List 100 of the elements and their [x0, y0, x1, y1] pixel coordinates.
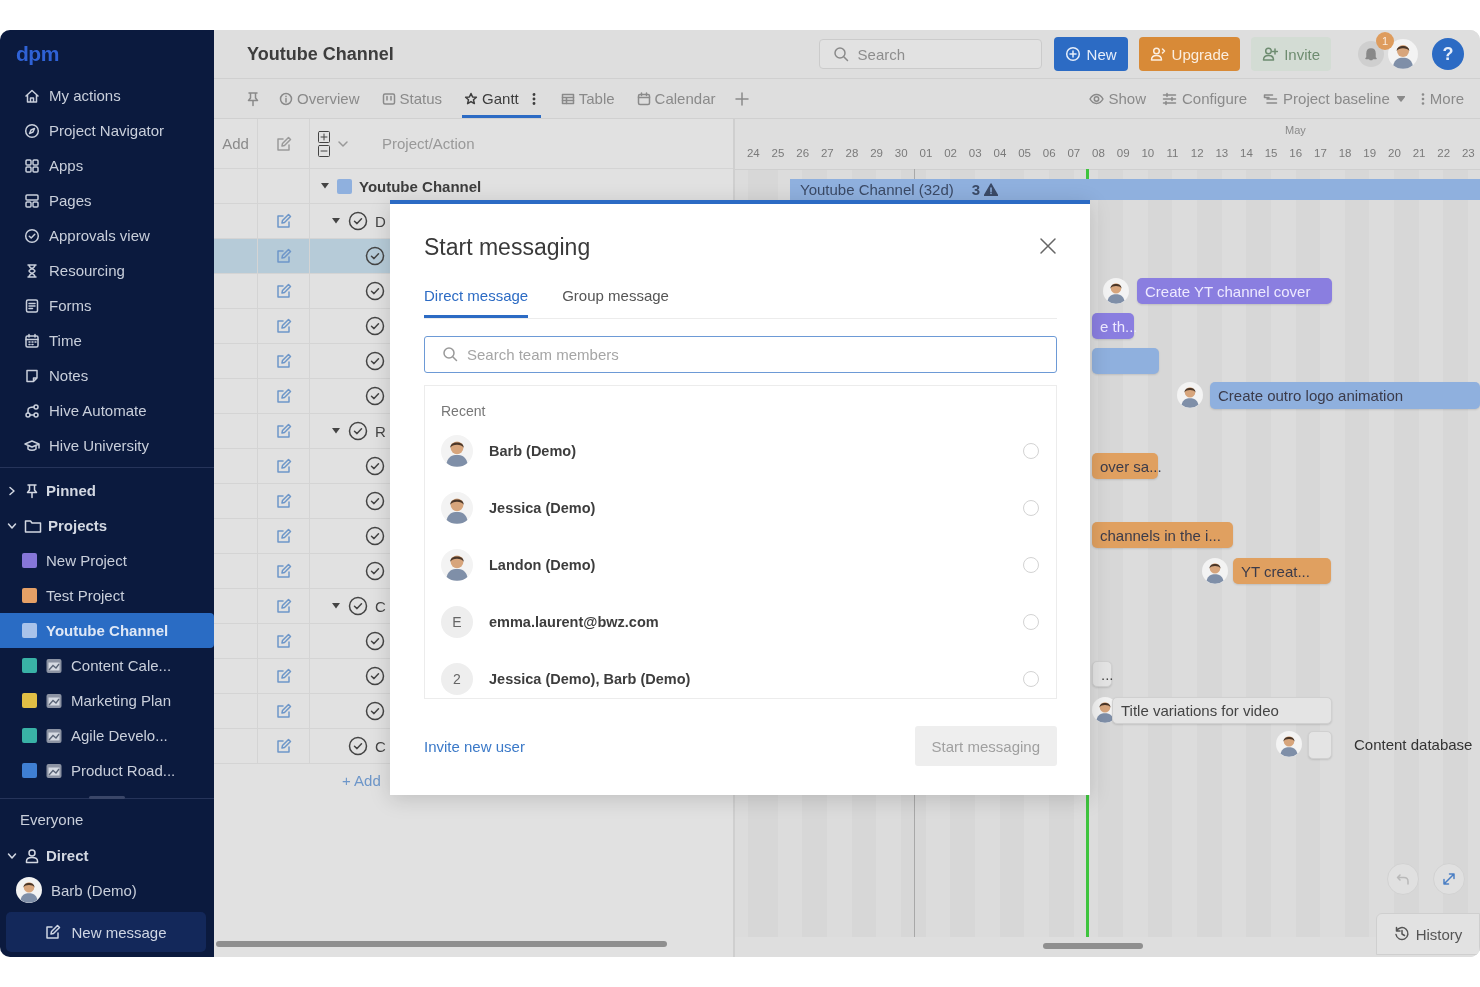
project-item[interactable]: Test Project — [0, 578, 214, 613]
compass-icon — [24, 122, 40, 139]
dialog-title: Start messaging — [424, 233, 591, 261]
fullscreen-button[interactable] — [1433, 863, 1465, 895]
section-header[interactable]: Pinned — [0, 473, 214, 508]
check-circle-icon — [365, 666, 385, 686]
new-button[interactable]: New — [1053, 37, 1128, 71]
edit-icon — [275, 318, 292, 334]
task-bar[interactable]: channels in the i... — [1092, 522, 1233, 548]
edit-icon — [275, 423, 292, 439]
person-icon — [24, 847, 40, 864]
nav-item[interactable]: My actions — [0, 78, 214, 113]
day-label: 17 — [1313, 147, 1328, 159]
section-header[interactable]: Projects — [0, 508, 214, 543]
nav-item[interactable]: Time — [0, 323, 214, 358]
day-label: 22 — [1436, 147, 1452, 159]
calendar-icon — [24, 332, 40, 349]
task-title: D — [375, 212, 386, 230]
project-item[interactable]: Marketing Plan — [0, 683, 214, 718]
day-label: 05 — [1017, 147, 1032, 159]
info-icon — [279, 91, 293, 106]
section-header[interactable]: Direct — [0, 838, 214, 873]
nav-item[interactable]: Forms — [0, 288, 214, 323]
search-field[interactable]: Search — [818, 39, 1042, 69]
task-bar[interactable]: YT creat... — [1233, 558, 1331, 584]
day-label: 10 — [1140, 147, 1156, 159]
contact-item[interactable]: Landon (Demo) — [441, 536, 1039, 593]
message-type-tab[interactable]: Direct message — [424, 276, 529, 318]
nav-item[interactable]: Pages — [0, 183, 214, 218]
plus-icon — [735, 91, 750, 106]
task-bar[interactable]: Title variations for video — [1112, 697, 1332, 724]
nav-item[interactable]: Hive University — [0, 428, 214, 463]
edit-icon — [275, 633, 292, 649]
day-label: 08 — [1091, 147, 1106, 159]
edit-icon — [275, 353, 292, 369]
search-icon — [832, 46, 849, 62]
check-circle-icon — [365, 281, 385, 301]
edit-icon — [275, 563, 292, 579]
home-icon — [24, 87, 40, 104]
history-button[interactable]: History — [1376, 913, 1480, 955]
day-label: 03 — [967, 147, 983, 159]
contact-item[interactable]: 2 Jessica (Demo), Barb (Demo) — [441, 650, 1039, 698]
check-circle-icon — [365, 631, 385, 651]
task-title: R — [375, 422, 386, 440]
contact-item[interactable]: E emma.laurent@bwz.com — [441, 593, 1039, 650]
project-item[interactable]: Agile Develo... — [0, 718, 214, 753]
nav-item[interactable]: Approvals view — [0, 218, 214, 253]
scrollbar-thumb[interactable] — [1043, 943, 1143, 949]
help-button[interactable]: ? — [1432, 38, 1464, 70]
undo-button[interactable] — [1387, 863, 1419, 895]
edit-icon — [275, 283, 292, 299]
nav-item[interactable]: Apps — [0, 148, 214, 183]
avatar — [441, 434, 473, 467]
project-item[interactable]: Youtube Channel — [0, 613, 214, 648]
initial-avatar: 2 — [441, 662, 473, 695]
nav-item[interactable]: Notes — [0, 358, 214, 393]
task-bar[interactable]: Create outro logo animation — [1210, 382, 1480, 409]
baseline-icon — [1263, 91, 1279, 106]
nav-item[interactable]: Hive Automate — [0, 393, 214, 428]
task-bar[interactable] — [1092, 348, 1159, 374]
day-label: 27 — [819, 147, 835, 159]
contact-item[interactable]: Jessica (Demo) — [441, 479, 1039, 536]
notifications-button[interactable] — [1358, 41, 1384, 67]
user-avatar — [1388, 39, 1418, 69]
contact-item[interactable]: Barb (Demo) — [441, 422, 1039, 479]
search-field[interactable]: Search team members — [424, 336, 1057, 373]
invite-link[interactable]: Invite new user — [424, 737, 525, 755]
search-icon — [442, 346, 458, 362]
day-label: 15 — [1263, 147, 1279, 159]
nav-item[interactable]: Resourcing — [0, 253, 214, 288]
message-type-tab[interactable]: Group message — [562, 276, 669, 318]
direct-message-item[interactable]: Barb (Demo) — [0, 873, 214, 907]
folder-icon — [24, 517, 42, 534]
edit-icon — [275, 493, 292, 509]
channel-item[interactable]: Everyone — [0, 801, 214, 838]
scrollbar-thumb[interactable] — [216, 941, 667, 947]
avatar — [441, 491, 473, 524]
milestone-label: Content database — [1354, 736, 1473, 753]
project-item[interactable]: Product Road... — [0, 753, 214, 788]
kebab-icon — [1420, 91, 1425, 106]
day-label: 07 — [1066, 147, 1082, 159]
new-message-button[interactable]: New message — [6, 912, 206, 952]
check-circle-icon — [365, 316, 385, 336]
milestone-box[interactable] — [1308, 731, 1332, 759]
task-title: C — [375, 597, 386, 615]
project-item[interactable]: New Project — [0, 543, 214, 578]
contact-name: emma.laurent@bwz.com — [489, 613, 660, 630]
project-item[interactable]: Content Cale... — [0, 648, 214, 683]
contact-name: Jessica (Demo) — [489, 499, 597, 516]
edit-icon — [275, 668, 292, 684]
project-bar[interactable]: Youtube Channel (32d) 3 — [790, 179, 1480, 200]
close-icon[interactable] — [1039, 236, 1057, 255]
task-bar[interactable]: ... — [1092, 661, 1112, 687]
nav-item[interactable]: Project Navigator — [0, 113, 214, 148]
section-label: Recent — [441, 403, 486, 419]
day-label: 02 — [943, 147, 958, 159]
day-label: 16 — [1288, 147, 1304, 159]
table-icon — [560, 91, 575, 106]
day-label: 30 — [893, 147, 909, 159]
user-plus-icon — [1262, 46, 1279, 62]
